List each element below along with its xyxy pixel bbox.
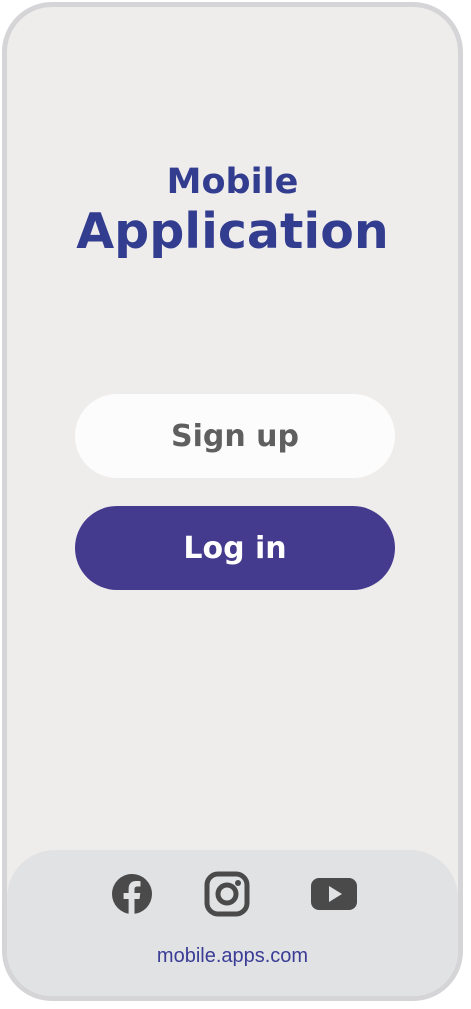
phone-frame: Mobile Application Sign up Log in mobile… bbox=[2, 2, 463, 1001]
footer-url[interactable]: mobile.apps.com bbox=[7, 945, 458, 968]
facebook-icon[interactable] bbox=[108, 870, 156, 918]
app-title: Mobile Application bbox=[7, 161, 458, 261]
footer: mobile.apps.com bbox=[7, 850, 458, 996]
app-title-line2: Application bbox=[76, 203, 389, 260]
signup-button[interactable]: Sign up bbox=[75, 394, 395, 478]
app-title-line1: Mobile bbox=[166, 162, 299, 202]
instagram-icon[interactable] bbox=[203, 870, 251, 918]
youtube-icon[interactable] bbox=[310, 870, 358, 918]
login-button[interactable]: Log in bbox=[75, 506, 395, 590]
